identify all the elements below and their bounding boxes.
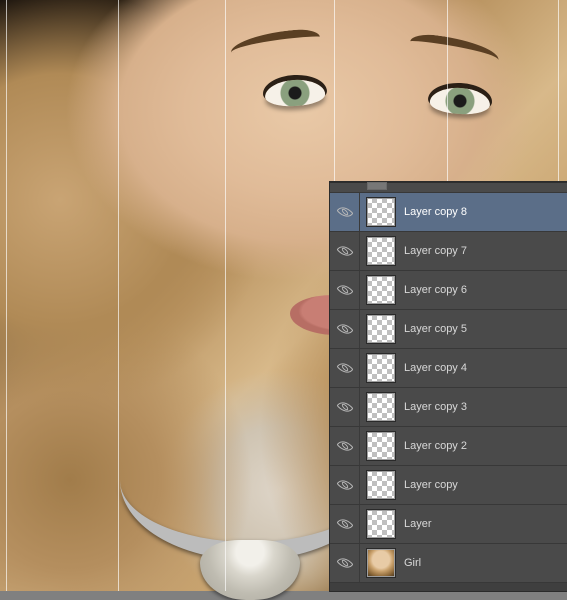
eye-icon	[336, 204, 353, 221]
visibility-toggle[interactable]	[330, 427, 360, 465]
visibility-toggle[interactable]	[330, 505, 360, 543]
layer-thumbnail[interactable]	[366, 353, 396, 383]
visibility-toggle[interactable]	[330, 271, 360, 309]
layer-thumbnail[interactable]	[366, 314, 396, 344]
visibility-toggle[interactable]	[330, 349, 360, 387]
visibility-toggle[interactable]	[330, 466, 360, 504]
eye-icon	[336, 438, 353, 455]
artwork-eye-left	[264, 78, 325, 107]
layer-name-label[interactable]: Layer copy 6	[404, 284, 567, 296]
visibility-toggle[interactable]	[330, 193, 360, 231]
artwork-eye-right	[429, 86, 490, 115]
eye-icon	[336, 555, 353, 572]
eye-icon	[336, 516, 353, 533]
layer-row[interactable]: Layer copy 8	[330, 193, 567, 232]
layer-thumbnail[interactable]	[366, 236, 396, 266]
layer-thumbnail[interactable]	[366, 275, 396, 305]
layer-name-label[interactable]: Layer copy 3	[404, 401, 567, 413]
layer-name-label[interactable]: Layer copy 2	[404, 440, 567, 452]
layer-thumbnail[interactable]	[366, 548, 396, 578]
layer-row[interactable]: Layer copy 4	[330, 349, 567, 388]
layer-row[interactable]: Layer copy	[330, 466, 567, 505]
visibility-toggle[interactable]	[330, 310, 360, 348]
visibility-toggle[interactable]	[330, 388, 360, 426]
eye-icon	[336, 321, 353, 338]
layer-row-partial[interactable]	[330, 183, 567, 193]
layer-thumbnail[interactable]	[366, 392, 396, 422]
layer-row[interactable]: Layer copy 3	[330, 388, 567, 427]
eye-icon	[336, 282, 353, 299]
eye-icon	[336, 243, 353, 260]
artwork-brow-right	[409, 32, 500, 60]
layer-name-label[interactable]: Layer copy 8	[404, 206, 567, 218]
layer-thumbnail[interactable]	[366, 509, 396, 539]
layer-row[interactable]: Layer copy 7	[330, 232, 567, 271]
layer-name-label[interactable]: Layer copy 7	[404, 245, 567, 257]
eye-icon	[336, 477, 353, 494]
layer-name-label[interactable]: Layer	[404, 518, 567, 530]
layer-name-label[interactable]: Layer copy 4	[404, 362, 567, 374]
layer-row[interactable]: Layer copy 6	[330, 271, 567, 310]
layer-row[interactable]: Layer copy 2	[330, 427, 567, 466]
layer-row[interactable]: Girl	[330, 544, 567, 583]
visibility-toggle[interactable]	[330, 232, 360, 270]
layer-name-label[interactable]: Layer copy 5	[404, 323, 567, 335]
layer-row[interactable]: Layer copy 5	[330, 310, 567, 349]
visibility-toggle[interactable]	[330, 544, 360, 582]
layers-panel-footer	[330, 583, 567, 591]
artwork-brow-left	[229, 27, 320, 52]
layer-thumbnail[interactable]	[366, 197, 396, 227]
layer-row[interactable]: Layer	[330, 505, 567, 544]
layers-panel[interactable]: Layer copy 8 Layer copy 7 Layer copy 6 Laye…	[330, 182, 567, 591]
layer-thumbnail[interactable]	[366, 431, 396, 461]
eye-icon	[336, 360, 353, 377]
layer-name-label[interactable]: Layer copy	[404, 479, 567, 491]
layer-thumbnail[interactable]	[366, 470, 396, 500]
eye-icon	[336, 399, 353, 416]
layer-name-label[interactable]: Girl	[404, 557, 567, 569]
